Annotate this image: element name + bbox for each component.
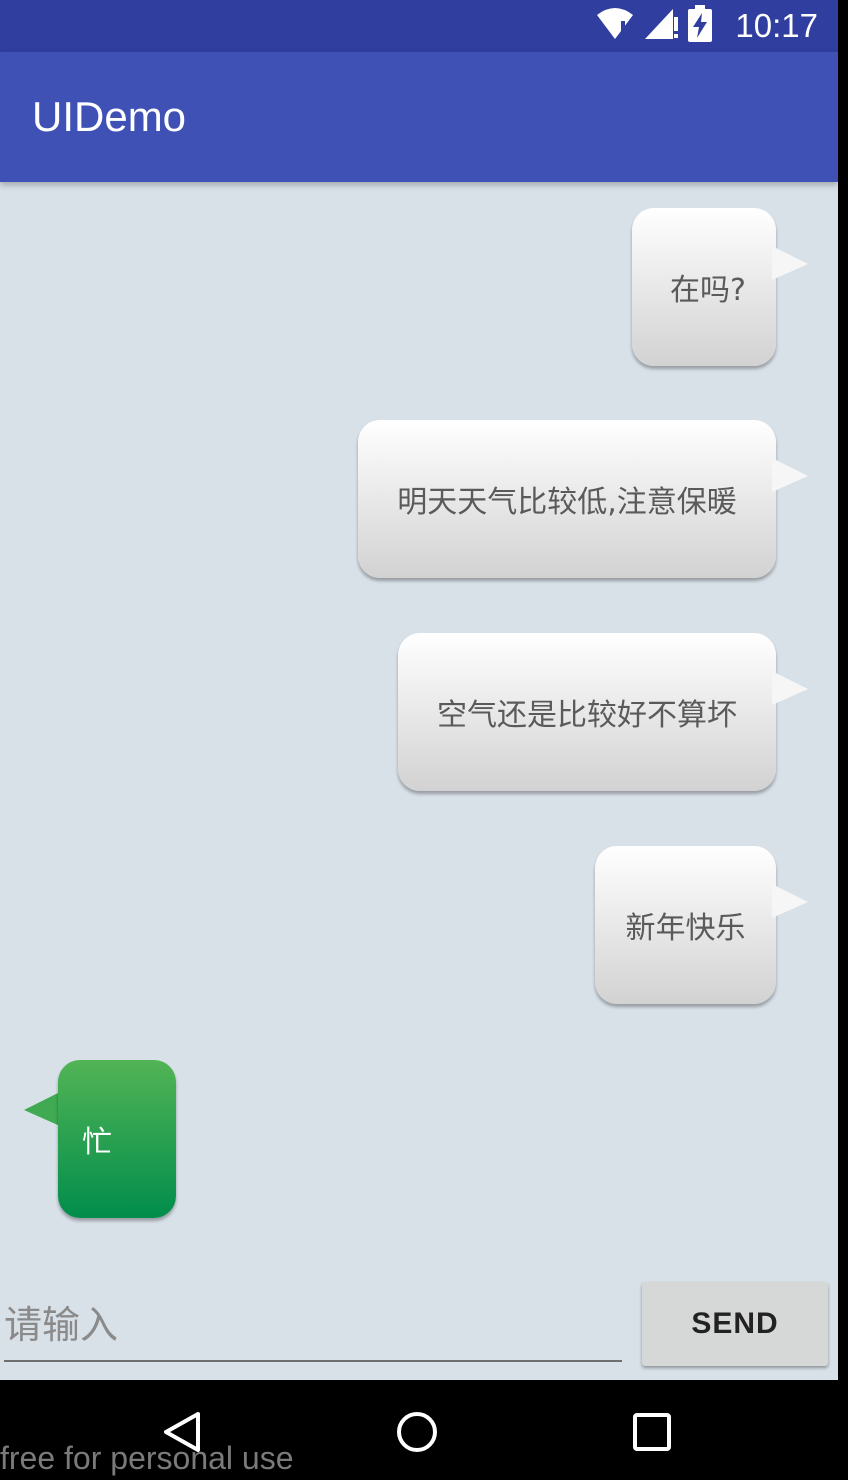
watermark-text: free for personal use (0, 1440, 294, 1476)
message-row-outgoing: 空气还是比较好不算坏 (0, 633, 838, 793)
compose-bar: SEND (0, 1280, 838, 1380)
screen-edge (838, 0, 848, 1380)
outgoing-message-bubble[interactable]: 新年快乐 (595, 846, 776, 1004)
outgoing-message-bubble[interactable]: 空气还是比较好不算坏 (398, 633, 776, 791)
message-text: 空气还是比较好不算坏 (437, 698, 737, 733)
status-icons: 10:17 (595, 4, 818, 48)
bubble-tail-right (772, 671, 808, 705)
outgoing-message-bubble[interactable]: 在吗? (632, 208, 776, 366)
message-text: 新年快乐 (625, 911, 746, 946)
message-input[interactable] (4, 1290, 622, 1362)
message-row-outgoing: 在吗? (0, 208, 838, 368)
message-row-outgoing: 明天天气比较低,注意保暖 (0, 420, 838, 580)
signal-icon (643, 7, 679, 45)
message-text: 在吗? (670, 273, 746, 308)
bubble-tail-left (24, 1092, 60, 1126)
home-icon[interactable] (395, 1410, 439, 1458)
message-row-outgoing: 新年快乐 (0, 846, 838, 1006)
bubble-tail-right (772, 884, 808, 918)
screen: 10:17 UIDemo 在吗? 明天天气比较低,注意保暖 空气还是比较好不算坏 (0, 0, 838, 1380)
recents-icon[interactable] (630, 1410, 674, 1458)
status-bar: 10:17 (0, 0, 838, 52)
message-row-incoming: 忙 (0, 1060, 838, 1220)
message-text: 忙 (82, 1125, 112, 1160)
message-text: 明天天气比较低,注意保暖 (397, 485, 737, 520)
status-time: 10:17 (735, 7, 818, 44)
bubble-tail-right (772, 246, 808, 280)
wifi-icon (595, 7, 635, 45)
outgoing-message-bubble[interactable]: 明天天气比较低,注意保暖 (358, 420, 776, 578)
send-button[interactable]: SEND (642, 1282, 828, 1366)
app-title: UIDemo (32, 93, 187, 140)
battery-charging-icon (687, 5, 713, 47)
app-bar: UIDemo (0, 52, 838, 182)
incoming-message-bubble[interactable]: 忙 (58, 1060, 176, 1218)
bubble-tail-right (772, 458, 808, 492)
